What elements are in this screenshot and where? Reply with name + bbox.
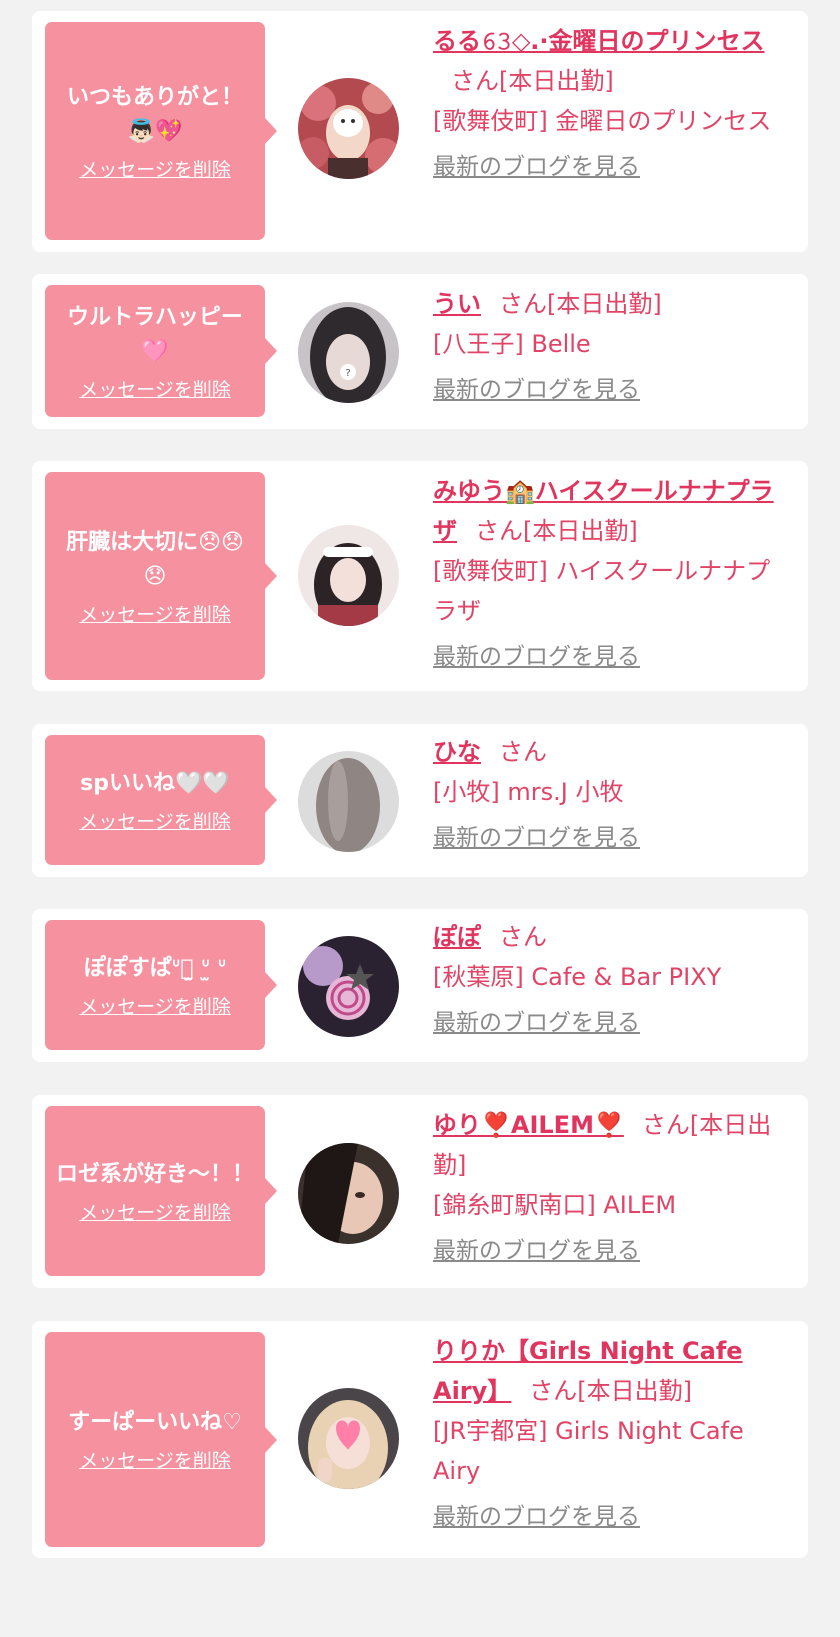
shop-text: [JR宇都宮] Girls Night Cafe Airy	[433, 1411, 788, 1491]
list-item: ウルトラハッピー🩷 メッセージを削除 ? ういさん[本日出勤] [八王子] Be…	[32, 274, 808, 429]
message-text: spいいね🤍🤍	[45, 767, 265, 801]
avatar[interactable]	[298, 1388, 399, 1489]
message-bubble: ロゼ系が好き〜！！ メッセージを削除	[45, 1106, 265, 1276]
svg-text:?: ?	[345, 368, 350, 379]
latest-blog-link[interactable]: 最新のブログを見る	[433, 637, 640, 677]
user-info: りりか【Girls Night Cafe Airy】さん[本日出勤] [JR宇都…	[433, 1331, 788, 1537]
status-text: さん[本日出勤]	[529, 1377, 692, 1405]
user-name-link[interactable]: るる𝟼𝟹◇.·金曜日のプリンセス	[433, 27, 765, 55]
shop-text: [歌舞伎町] 金曜日のプリンセス	[433, 101, 788, 141]
user-info: みゆう🏫ハイスクールナナプラザさん[本日出勤] [歌舞伎町] ハイスクールナナプ…	[433, 471, 788, 677]
list-item: ロゼ系が好き〜！！ メッセージを削除 ゆり❣️AILEM❣️さん[本日出勤] […	[32, 1095, 808, 1288]
avatar[interactable]	[298, 78, 399, 179]
status-text: さん	[499, 738, 547, 766]
list-item: いつもありがと！👼🏻💖 メッセージを削除 るる𝟼𝟹◇.·金曜日のプリンセスさん[…	[32, 11, 808, 252]
shop-text: [八王子] Belle	[433, 324, 788, 364]
message-text: すーぱーいいね♡	[45, 1406, 265, 1440]
latest-blog-link[interactable]: 最新のブログを見る	[433, 1497, 640, 1537]
user-name-link[interactable]: ぽぽ	[433, 923, 481, 951]
latest-blog-link[interactable]: 最新のブログを見る	[433, 818, 640, 858]
delete-message-link[interactable]: メッセージを削除	[79, 1198, 231, 1225]
message-bubble: ぽぽすぱᐡっ̫ ᐡ̫ ᐡ メッセージを削除	[45, 920, 265, 1050]
message-bubble: 肝臓は大切に😞😞😞 メッセージを削除	[45, 472, 265, 680]
shop-text: [錦糸町駅南口] AILEM	[433, 1185, 788, 1225]
user-info: ぽぽさん [秋葉原] Cafe & Bar PIXY 最新のブログを見る	[433, 917, 788, 1043]
avatar[interactable]	[298, 936, 399, 1037]
latest-blog-link[interactable]: 最新のブログを見る	[433, 370, 640, 410]
delete-message-link[interactable]: メッセージを削除	[79, 155, 231, 182]
status-text: さん[本日出勤]	[499, 290, 662, 318]
delete-message-link[interactable]: メッセージを削除	[79, 600, 231, 627]
list-item: 肝臓は大切に😞😞😞 メッセージを削除 みゆう🏫ハイスクールナナプラザさん[本日出…	[32, 461, 808, 691]
user-info: ひなさん [小牧] mrs.J 小牧 最新のブログを見る	[433, 732, 788, 858]
shop-text: [小牧] mrs.J 小牧	[433, 772, 788, 812]
status-text: さん[本日出勤]	[475, 517, 638, 545]
user-name-link[interactable]: ゆり❣️AILEM❣️	[433, 1111, 624, 1139]
message-bubble: ウルトラハッピー🩷 メッセージを削除	[45, 285, 265, 417]
message-text: 肝臓は大切に😞😞😞	[45, 526, 265, 594]
latest-blog-link[interactable]: 最新のブログを見る	[433, 1003, 640, 1043]
message-text: ウルトラハッピー🩷	[45, 301, 265, 369]
avatar[interactable]	[298, 525, 399, 626]
user-info: ゆり❣️AILEM❣️さん[本日出勤] [錦糸町駅南口] AILEM 最新のブロ…	[433, 1105, 788, 1271]
status-text: さん[本日出勤]	[451, 67, 614, 95]
message-text: ぽぽすぱᐡっ̫ ᐡ̫ ᐡ	[45, 952, 265, 986]
avatar[interactable]	[298, 1143, 399, 1244]
latest-blog-link[interactable]: 最新のブログを見る	[433, 1231, 640, 1271]
user-info: ういさん[本日出勤] [八王子] Belle 最新のブログを見る	[433, 284, 788, 410]
status-text: さん	[499, 923, 547, 951]
user-info: るる𝟼𝟹◇.·金曜日のプリンセスさん[本日出勤] [歌舞伎町] 金曜日のプリンセ…	[433, 21, 788, 187]
user-name-link[interactable]: うい	[433, 290, 481, 318]
message-bubble: spいいね🤍🤍 メッセージを削除	[45, 735, 265, 865]
delete-message-link[interactable]: メッセージを削除	[79, 992, 231, 1019]
delete-message-link[interactable]: メッセージを削除	[79, 807, 231, 834]
message-bubble: すーぱーいいね♡ メッセージを削除	[45, 1332, 265, 1547]
message-bubble: いつもありがと！👼🏻💖 メッセージを削除	[45, 22, 265, 240]
user-name-link[interactable]: ひな	[433, 738, 481, 766]
list-item: spいいね🤍🤍 メッセージを削除 ひなさん [小牧] mrs.J 小牧 最新のブ…	[32, 724, 808, 877]
list-item: ぽぽすぱᐡっ̫ ᐡ̫ ᐡ メッセージを削除 ぽぽさん [秋葉原] Cafe & …	[32, 909, 808, 1062]
avatar[interactable]	[298, 751, 399, 852]
list-item: すーぱーいいね♡ メッセージを削除 りりか【Girls Night Cafe A…	[32, 1321, 808, 1558]
shop-text: [秋葉原] Cafe & Bar PIXY	[433, 957, 788, 997]
delete-message-link[interactable]: メッセージを削除	[79, 375, 231, 402]
latest-blog-link[interactable]: 最新のブログを見る	[433, 147, 640, 187]
message-text: いつもありがと！👼🏻💖	[45, 81, 265, 149]
shop-text: [歌舞伎町] ハイスクールナナプラザ	[433, 551, 788, 631]
message-text: ロゼ系が好き〜！！	[45, 1158, 265, 1192]
delete-message-link[interactable]: メッセージを削除	[79, 1446, 231, 1473]
avatar[interactable]: ?	[298, 302, 399, 403]
